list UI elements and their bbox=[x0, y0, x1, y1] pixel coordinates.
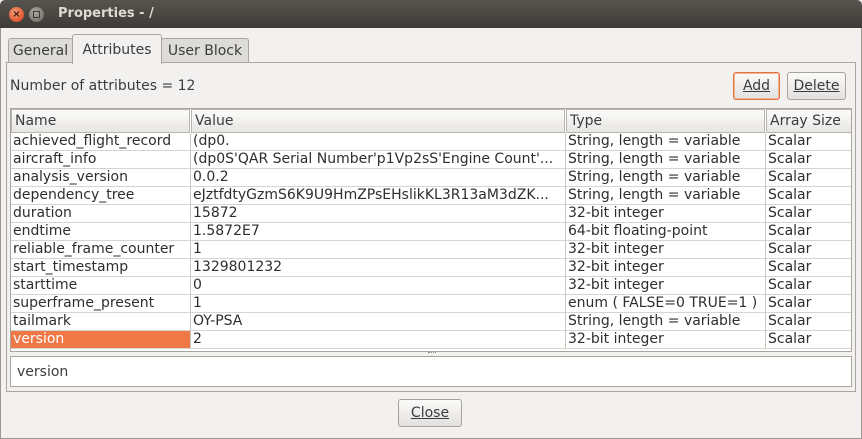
cell-array-size[interactable]: Scalar bbox=[766, 295, 851, 313]
cell-name[interactable]: starttime bbox=[11, 277, 191, 295]
table-row[interactable]: tailmark OY-PSA String, length = variable S… bbox=[11, 313, 851, 331]
cell-array-size[interactable]: Scalar bbox=[766, 331, 851, 349]
cell-value[interactable]: 0 bbox=[191, 277, 566, 295]
cell-value[interactable]: (dp0. bbox=[191, 133, 566, 151]
cell-name[interactable]: aircraft_info bbox=[11, 151, 191, 169]
close-window-icon[interactable]: × bbox=[9, 7, 24, 22]
cell-name[interactable]: tailmark bbox=[11, 313, 191, 331]
add-label: Add bbox=[742, 78, 771, 94]
table-row[interactable]: version 2 32-bit integer Scalar bbox=[11, 331, 851, 349]
column-header-value[interactable]: Value bbox=[191, 109, 565, 133]
cell-value[interactable]: eJztfdtyGzmS6K9U9HmZPsEHslikKL3R13aM3dZK… bbox=[191, 187, 566, 205]
cell-array-size[interactable]: Scalar bbox=[766, 205, 851, 223]
cell-array-size[interactable]: Scalar bbox=[766, 313, 851, 331]
title-bar: × Properties - / bbox=[0, 0, 862, 28]
column-header-type[interactable]: Type bbox=[566, 109, 765, 133]
cell-value[interactable]: OY-PSA bbox=[191, 313, 566, 331]
attributes-table: Name Value Type Array Size achieved_flig… bbox=[10, 108, 852, 352]
close-label: Close bbox=[410, 405, 450, 421]
table-row[interactable]: aircraft_info (dp0S'QAR Serial Number'p1V… bbox=[11, 151, 851, 169]
cell-name[interactable]: version bbox=[11, 331, 191, 349]
delete-label: Delete bbox=[793, 78, 840, 94]
cell-value[interactable]: 1329801232 bbox=[191, 259, 566, 277]
cell-type[interactable]: String, length = variable bbox=[566, 151, 766, 169]
cell-array-size[interactable]: Scalar bbox=[766, 151, 851, 169]
table-row[interactable]: duration 15872 32-bit integer Scalar bbox=[11, 205, 851, 223]
cell-value[interactable]: 0.0.2 bbox=[191, 169, 566, 187]
table-row[interactable]: start_timestamp 1329801232 32-bit integer S… bbox=[11, 259, 851, 277]
cell-type[interactable]: 64-bit floating-point bbox=[566, 223, 766, 241]
window-title: Properties - / bbox=[58, 6, 154, 21]
table-row[interactable]: endtime 1.5872E7 64-bit floating-point Scal… bbox=[11, 223, 851, 241]
cell-name[interactable]: analysis_version bbox=[11, 169, 191, 187]
close-button[interactable]: Close bbox=[398, 399, 462, 427]
cell-name[interactable]: achieved_flight_record bbox=[11, 133, 191, 151]
cell-array-size[interactable]: Scalar bbox=[766, 259, 851, 277]
cell-type[interactable]: 32-bit integer bbox=[566, 259, 766, 277]
cell-array-size[interactable]: Scalar bbox=[766, 187, 851, 205]
table-row[interactable]: achieved_flight_record (dp0. String, lengt… bbox=[11, 133, 851, 151]
add-button[interactable]: Add bbox=[733, 72, 780, 100]
cell-value[interactable]: 1.5872E7 bbox=[191, 223, 566, 241]
cell-name[interactable]: dependency_tree bbox=[11, 187, 191, 205]
column-header-name[interactable]: Name bbox=[11, 109, 190, 133]
attribute-detail: version bbox=[10, 356, 852, 387]
cell-type[interactable]: 32-bit integer bbox=[566, 205, 766, 223]
table-row[interactable]: superframe_present 1 enum ( FALSE=0 TRUE=1… bbox=[11, 295, 851, 313]
cell-type[interactable]: 32-bit integer bbox=[566, 331, 766, 349]
cell-type[interactable]: String, length = variable bbox=[566, 169, 766, 187]
cell-value[interactable]: 15872 bbox=[191, 205, 566, 223]
cell-array-size[interactable]: Scalar bbox=[766, 223, 851, 241]
cell-value[interactable]: 1 bbox=[191, 295, 566, 313]
cell-name[interactable]: endtime bbox=[11, 223, 191, 241]
cell-value[interactable]: (dp0S'QAR Serial Number'p1Vp2sS'Engine C… bbox=[191, 151, 566, 169]
cell-type[interactable]: 32-bit integer bbox=[566, 241, 766, 259]
tab-general[interactable]: General bbox=[8, 38, 73, 63]
cell-value[interactable]: 1 bbox=[191, 241, 566, 259]
cell-array-size[interactable]: Scalar bbox=[766, 241, 851, 259]
cell-array-size[interactable]: Scalar bbox=[766, 133, 851, 151]
column-header-array-size[interactable]: Array Size bbox=[766, 109, 851, 133]
cell-type[interactable]: String, length = variable bbox=[566, 133, 766, 151]
table-row[interactable]: analysis_version 0.0.2 String, length = va… bbox=[11, 169, 851, 187]
table-row[interactable]: starttime 0 32-bit integer Scalar bbox=[11, 277, 851, 295]
cell-type[interactable]: String, length = variable bbox=[566, 187, 766, 205]
cell-name[interactable]: superframe_present bbox=[11, 295, 191, 313]
table-row[interactable]: reliable_frame_counter 1 32-bit integer Sca… bbox=[11, 241, 851, 259]
cell-name[interactable]: start_timestamp bbox=[11, 259, 191, 277]
tab-attributes[interactable]: Attributes bbox=[72, 34, 162, 64]
delete-button[interactable]: Delete bbox=[787, 72, 846, 100]
cell-type[interactable]: String, length = variable bbox=[566, 313, 766, 331]
cell-type[interactable]: enum ( FALSE=0 TRUE=1 ) bbox=[566, 295, 766, 313]
attribute-count: Number of attributes = 12 bbox=[10, 78, 196, 94]
cell-name[interactable]: duration bbox=[11, 205, 191, 223]
cell-value[interactable]: 2 bbox=[191, 331, 566, 349]
cell-array-size[interactable]: Scalar bbox=[766, 277, 851, 295]
tab-user-block[interactable]: User Block bbox=[161, 38, 249, 63]
cell-name[interactable]: reliable_frame_counter bbox=[11, 241, 191, 259]
table-row[interactable]: dependency_tree eJztfdtyGzmS6K9U9HmZPsEHs… bbox=[11, 187, 851, 205]
cell-type[interactable]: 32-bit integer bbox=[566, 277, 766, 295]
minimize-window-icon[interactable] bbox=[29, 7, 44, 22]
cell-array-size[interactable]: Scalar bbox=[766, 169, 851, 187]
